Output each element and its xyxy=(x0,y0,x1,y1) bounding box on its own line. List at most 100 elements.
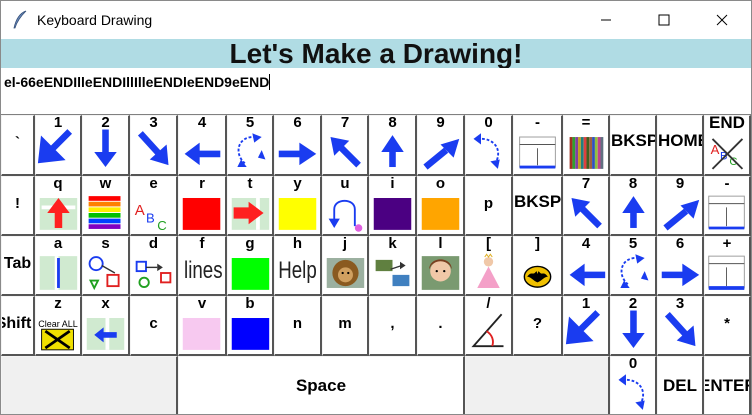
key-left-bracket[interactable]: [ xyxy=(465,236,513,296)
key-n[interactable]: n xyxy=(274,296,322,356)
key-question[interactable]: ? xyxy=(513,296,563,356)
child-photo-icon xyxy=(421,256,460,290)
key-3[interactable]: 3 xyxy=(130,115,178,176)
quill-icon xyxy=(13,10,27,29)
undo-icon xyxy=(328,199,363,232)
key-space[interactable]: Space xyxy=(178,356,465,414)
key-backtick[interactable]: ` xyxy=(1,115,35,176)
key-i[interactable]: i xyxy=(369,176,417,236)
color-purple-swatch xyxy=(373,198,412,230)
key-delete[interactable]: DEL xyxy=(657,356,704,414)
arrow-down-right-icon xyxy=(664,312,696,347)
key-num-minus[interactable]: - xyxy=(704,176,751,236)
key-num-5[interactable]: 5 xyxy=(610,236,657,296)
key-0[interactable]: 0 xyxy=(465,115,513,176)
key-9[interactable]: 9 xyxy=(417,115,465,176)
key-backspace[interactable]: BKSP xyxy=(513,176,563,236)
key-label: ` xyxy=(15,134,20,151)
key-b[interactable]: b xyxy=(227,296,274,356)
close-button[interactable] xyxy=(693,1,751,39)
key-num-1[interactable]: 1 xyxy=(563,296,610,356)
arrow-down-left-icon xyxy=(37,129,73,164)
key-e[interactable]: e ABC xyxy=(130,176,178,236)
key-num-0[interactable]: 0 xyxy=(610,356,657,414)
key-y[interactable]: y xyxy=(274,176,322,236)
key-8[interactable]: 8 xyxy=(369,115,417,176)
key-label: n xyxy=(292,315,303,332)
key-1[interactable]: 1 xyxy=(35,115,82,176)
key-g[interactable]: g xyxy=(227,236,274,296)
arrow-up-right-icon xyxy=(423,138,460,170)
key-num-6[interactable]: 6 xyxy=(657,236,704,296)
title-bar: Keyboard Drawing xyxy=(1,1,751,39)
lion-picture-icon xyxy=(326,258,365,288)
key-w[interactable]: w xyxy=(82,176,130,236)
key-period[interactable]: . xyxy=(417,296,465,356)
key-4[interactable]: 4 xyxy=(178,115,227,176)
key-x[interactable]: x xyxy=(82,296,130,356)
key-f[interactable]: f lines xyxy=(178,236,227,296)
key-comma[interactable]: , xyxy=(369,296,417,356)
key-u[interactable]: u xyxy=(322,176,369,236)
key-j[interactable]: j xyxy=(322,236,369,296)
key-label: * xyxy=(724,315,730,332)
rainbow-lines-icon xyxy=(88,196,121,229)
key-num-2[interactable]: 2 xyxy=(610,296,657,356)
arrow-up-left-icon xyxy=(330,137,361,168)
key-shift[interactable]: Shift xyxy=(1,296,35,356)
key-s[interactable]: s xyxy=(82,236,130,296)
maximize-button[interactable] xyxy=(635,1,693,39)
key-backspace-top[interactable]: BKSP xyxy=(610,115,657,176)
key-7[interactable]: 7 xyxy=(322,115,369,176)
curve-arrows-icon xyxy=(237,133,266,167)
key-num-4[interactable]: 4 xyxy=(563,236,610,296)
key-a[interactable]: a xyxy=(35,236,82,296)
key-num-9[interactable]: 9 xyxy=(657,176,704,236)
key-6[interactable]: 6 xyxy=(274,115,322,176)
key-c[interactable]: c xyxy=(130,296,178,356)
key-2[interactable]: 2 xyxy=(82,115,130,176)
key-tab[interactable]: Tab xyxy=(1,236,35,296)
key-slash[interactable]: / xyxy=(465,296,513,356)
key-d[interactable]: d xyxy=(130,236,178,296)
key-num-plus[interactable]: + xyxy=(704,236,751,296)
color-orange-swatch xyxy=(421,198,460,230)
key-p[interactable]: p xyxy=(465,176,513,236)
key-z[interactable]: z Clear ALL xyxy=(35,296,82,356)
key-label: Space xyxy=(295,376,347,395)
key-k[interactable]: k xyxy=(369,236,417,296)
key-label: m xyxy=(338,315,352,332)
key-label: p xyxy=(483,195,494,212)
key-l[interactable]: l xyxy=(417,236,465,296)
command-text-field[interactable]: el-66eENDIlleENDIllIlleENDleEND9eEND xyxy=(1,68,751,115)
key-t[interactable]: t xyxy=(227,176,274,236)
angle-icon xyxy=(471,313,504,348)
arrow-down-icon xyxy=(94,129,117,168)
bat-logo-icon xyxy=(523,265,552,288)
svg-text:A: A xyxy=(135,202,145,219)
key-enter[interactable]: ENTER xyxy=(704,356,751,414)
key-num-7[interactable]: 7 xyxy=(563,176,610,236)
key-num-8[interactable]: 8 xyxy=(610,176,657,236)
key-h[interactable]: h Help xyxy=(274,236,322,296)
key-equals[interactable]: = xyxy=(563,115,610,176)
key-o[interactable]: o xyxy=(417,176,465,236)
minimize-button[interactable] xyxy=(577,1,635,39)
shapes-icon xyxy=(88,256,120,291)
key-num-multiply[interactable]: * xyxy=(704,296,751,356)
key-minus[interactable]: - xyxy=(513,115,563,176)
key-5[interactable]: 5 xyxy=(227,115,274,176)
key-end[interactable]: END ABC xyxy=(704,115,751,176)
key-right-bracket[interactable]: ] xyxy=(513,236,563,296)
key-exclamation[interactable]: ! xyxy=(1,176,35,236)
arrow-left-icon xyxy=(184,142,221,166)
key-v[interactable]: v xyxy=(178,296,227,356)
key-q[interactable]: q xyxy=(35,176,82,236)
key-label: , xyxy=(390,315,395,332)
key-m[interactable]: m xyxy=(322,296,369,356)
key-home[interactable]: HOME xyxy=(657,115,704,176)
line-thickness-decrease-icon xyxy=(519,136,556,169)
key-num-3[interactable]: 3 xyxy=(657,296,704,356)
key-r[interactable]: r xyxy=(178,176,227,236)
lines-label: lines xyxy=(184,257,223,284)
